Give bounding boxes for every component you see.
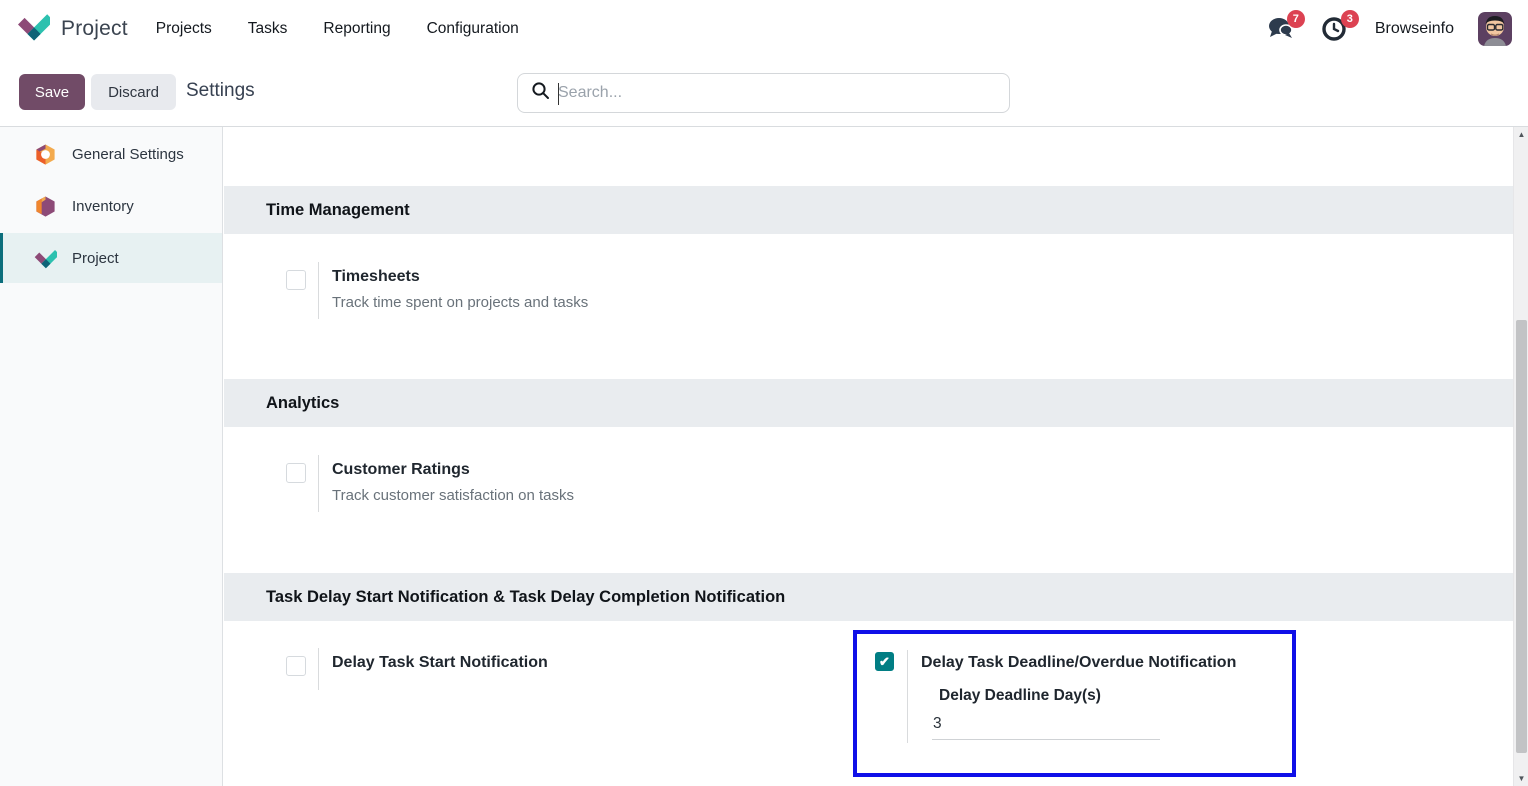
magnifier-icon — [531, 81, 550, 105]
setting-description: Track customer satisfaction on tasks — [332, 487, 574, 504]
menu-projects[interactable]: Projects — [156, 20, 212, 38]
customer-ratings-checkbox[interactable] — [286, 463, 306, 483]
inventory-cube-icon — [34, 195, 57, 218]
project-check-icon — [34, 247, 57, 270]
scroll-down-arrow[interactable]: ▼ — [1514, 771, 1528, 786]
setting-label[interactable]: Timesheets — [332, 268, 588, 286]
divider — [318, 648, 319, 690]
settings-content: Time Management Timesheets Track time sp… — [224, 127, 1513, 786]
sidebar-item-label: General Settings — [72, 146, 184, 163]
page-title: Settings — [186, 80, 255, 102]
menu-tasks[interactable]: Tasks — [248, 20, 288, 38]
timesheets-checkbox[interactable] — [286, 270, 306, 290]
search-input[interactable] — [558, 84, 1009, 102]
menu-configuration[interactable]: Configuration — [427, 20, 519, 38]
delay-deadline-days-input[interactable] — [932, 713, 1160, 740]
user-avatar[interactable] — [1478, 12, 1512, 46]
sidebar-item-label: Inventory — [72, 198, 134, 215]
clock-icon — [1321, 29, 1348, 46]
setting-delay-deadline-highlight-box: ✔ Delay Task Deadline/Overdue Notificati… — [853, 630, 1296, 777]
sidebar-item-inventory[interactable]: Inventory — [0, 181, 222, 231]
sidebar-item-label: Project — [72, 250, 119, 267]
discard-button[interactable]: Discard — [91, 74, 176, 110]
setting-label[interactable]: Delay Task Deadline/Overdue Notification — [921, 654, 1236, 672]
general-settings-hexnut-icon — [34, 143, 57, 166]
user-menu[interactable]: Browseinfo — [1375, 20, 1454, 38]
setting-customer-ratings: Customer Ratings Track customer satisfac… — [286, 461, 574, 512]
check-icon: ✔ — [879, 654, 890, 670]
settings-sidebar: General Settings Inventory Project — [0, 127, 223, 786]
app-home-button[interactable]: Project — [17, 10, 128, 48]
setting-label[interactable]: Delay Task Start Notification — [332, 654, 548, 672]
section-header-task-delay: Task Delay Start Notification & Task Del… — [224, 573, 1513, 621]
scroll-up-arrow[interactable]: ▲ — [1514, 127, 1528, 142]
vertical-scrollbar[interactable]: ▲ ▼ — [1513, 127, 1528, 786]
text-cursor — [558, 83, 559, 105]
section-header-time-management: Time Management — [224, 186, 1513, 234]
divider — [907, 650, 908, 743]
delay-task-start-checkbox[interactable] — [286, 656, 306, 676]
scrollbar-thumb[interactable] — [1516, 320, 1527, 753]
search-box[interactable] — [517, 73, 1010, 113]
save-button[interactable]: Save — [19, 74, 85, 110]
divider — [318, 455, 319, 512]
top-navbar: Project Projects Tasks Reporting Configu… — [0, 0, 1528, 58]
section-header-analytics: Analytics — [224, 379, 1513, 427]
main-menu: Projects Tasks Reporting Configuration — [156, 20, 519, 38]
setting-timesheets: Timesheets Track time spent on projects … — [286, 268, 588, 319]
project-app-logo-icon — [17, 10, 50, 48]
control-bar: Save Discard Settings — [0, 58, 1528, 127]
divider — [318, 262, 319, 319]
activities-badge: 3 — [1341, 10, 1359, 28]
setting-label[interactable]: Customer Ratings — [332, 461, 574, 479]
app-name: Project — [61, 17, 128, 41]
activities-button[interactable]: 3 — [1321, 15, 1351, 43]
messages-badge: 7 — [1287, 10, 1305, 28]
delay-deadline-checkbox[interactable]: ✔ — [875, 652, 894, 671]
setting-delay-task-start: Delay Task Start Notification — [286, 654, 548, 690]
menu-reporting[interactable]: Reporting — [323, 20, 390, 38]
messages-button[interactable]: 7 — [1267, 15, 1297, 43]
delay-deadline-days-label: Delay Deadline Day(s) — [939, 687, 1101, 705]
sidebar-item-general-settings[interactable]: General Settings — [0, 129, 222, 179]
chat-bubbles-icon — [1267, 28, 1295, 45]
sidebar-item-project[interactable]: Project — [0, 233, 222, 283]
setting-description: Track time spent on projects and tasks — [332, 294, 588, 311]
